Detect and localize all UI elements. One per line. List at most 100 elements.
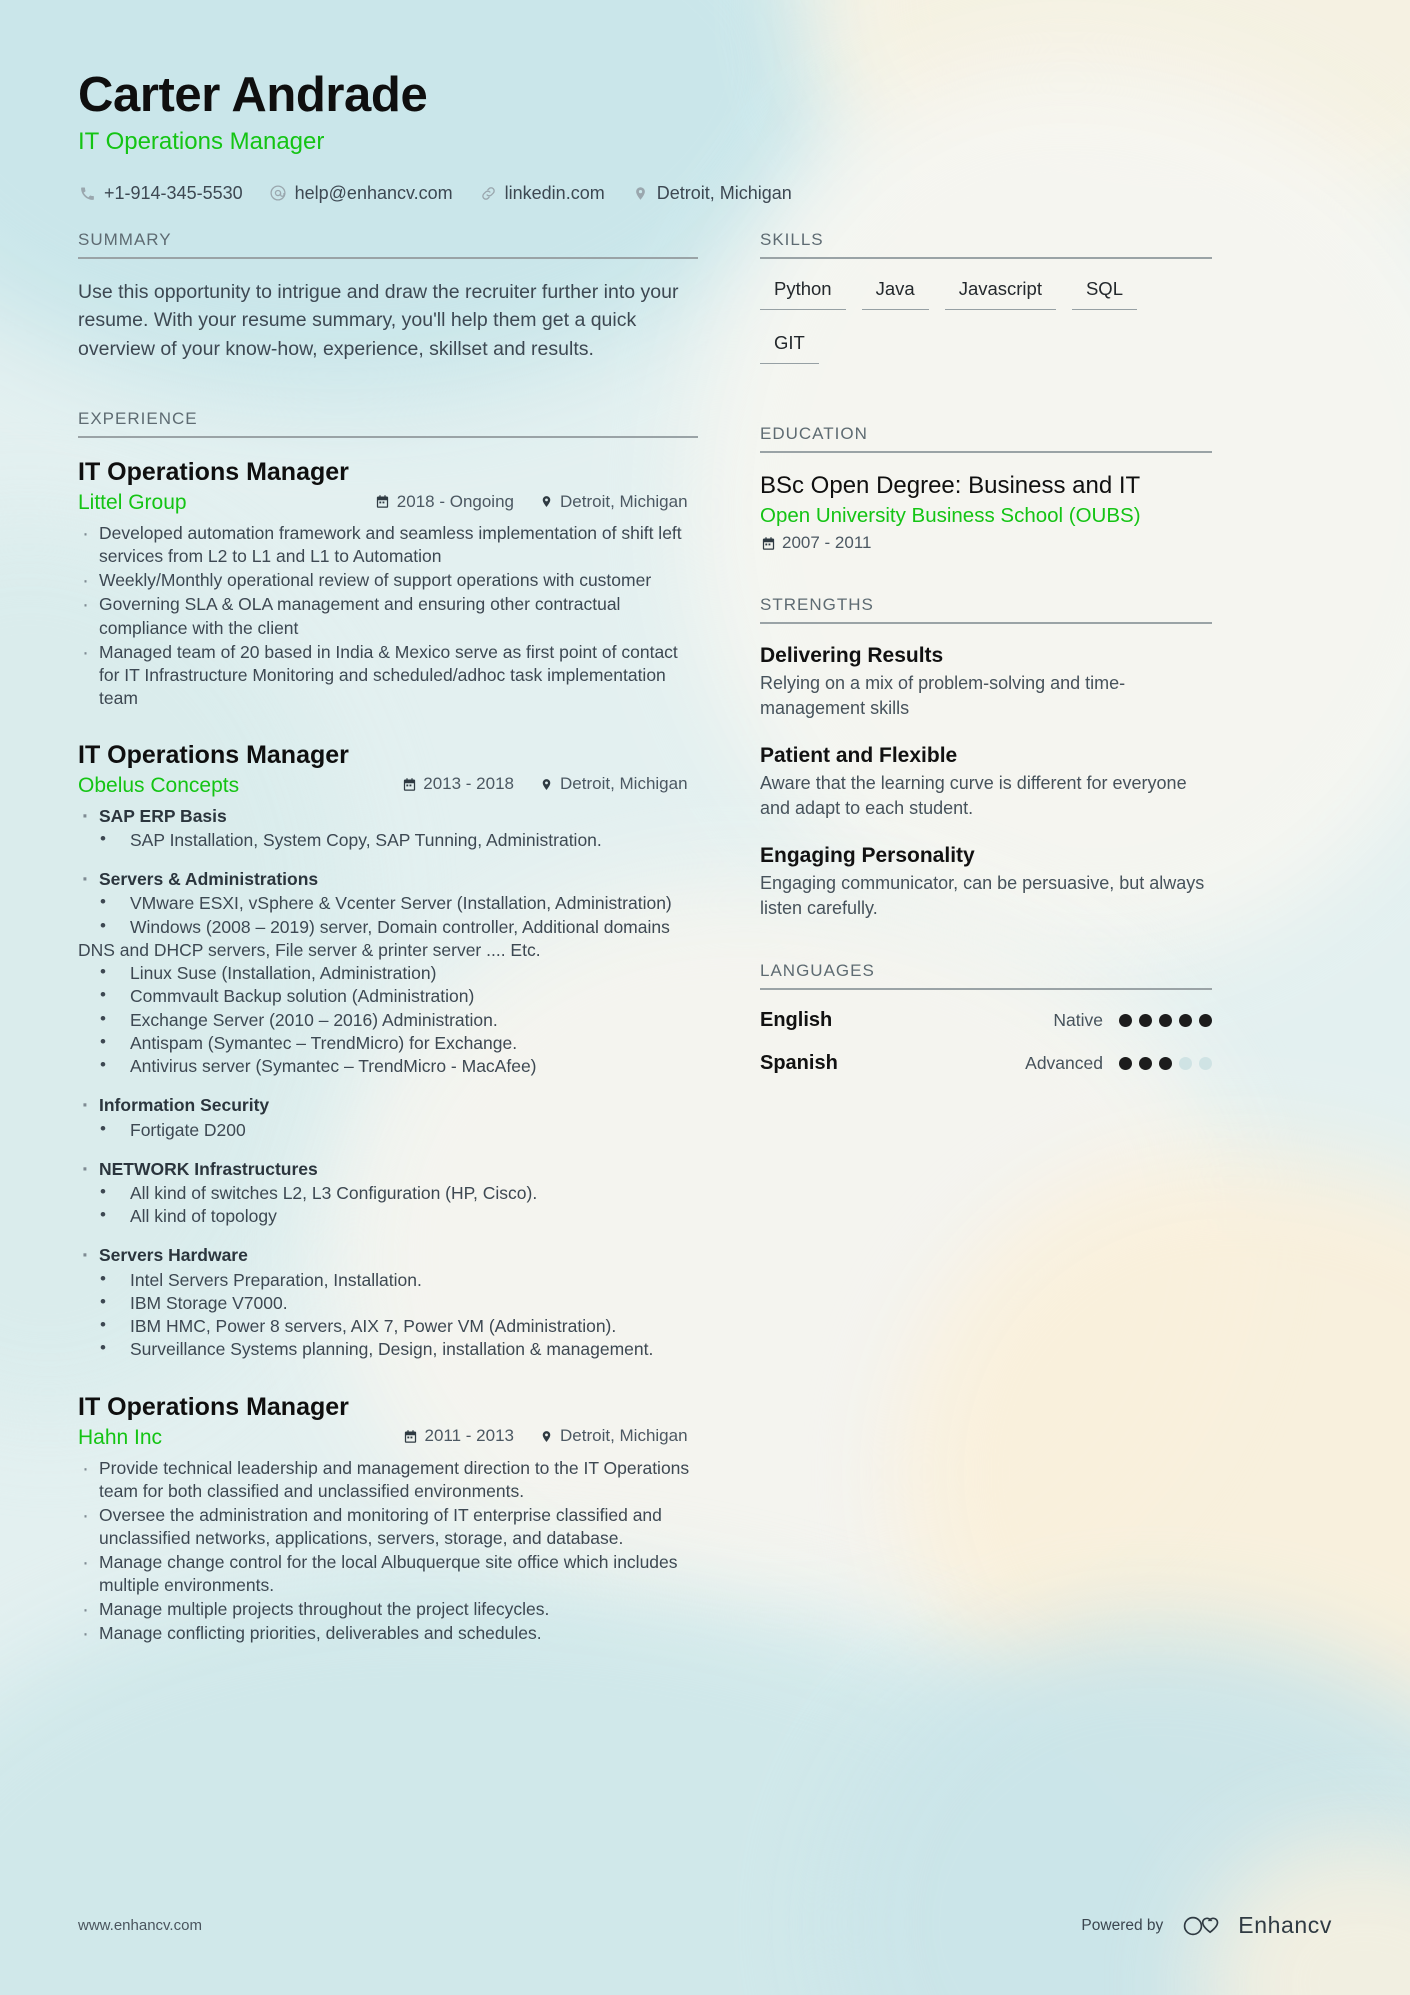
experience-dates-text: 2018 - Ongoing <box>396 491 514 511</box>
experience-meta: Hahn Inc 2011 - 2013 Detroit, Michigan <box>78 1426 698 1450</box>
languages-section-title: LANGUAGES <box>760 961 1212 990</box>
contact-email[interactable]: help@enhancv.com <box>269 183 453 204</box>
experience-sub-bullet: Antivirus server (Symantec – TrendMicro … <box>78 1054 698 1078</box>
skill-tag[interactable]: GIT <box>760 332 819 364</box>
experience-company: Hahn Inc <box>78 1425 163 1449</box>
experience-meta: Littel Group 2018 - Ongoing Detroit, Michi… <box>78 491 698 515</box>
experience-role: IT Operations Manager <box>78 740 349 769</box>
experience-sub-bullet: IBM Storage V7000. <box>78 1291 698 1315</box>
experience-group-heading: SAP ERP Basis <box>78 803 698 830</box>
experience-dates: 2011 - 2013 <box>403 1426 514 1446</box>
contact-phone-text: +1-914-345-5530 <box>104 182 243 203</box>
experience-bullet: Manage conflicting priorities, deliverab… <box>78 1620 698 1647</box>
experience-sub-bullet: Fortigate D200 <box>78 1118 698 1142</box>
experience-sub-bullet: Exchange Server (2010 – 2016) Administra… <box>78 1008 698 1032</box>
experience-item: IT Operations Manager Obelus Concepts 2013… <box>78 740 698 1362</box>
skill-tag[interactable]: SQL <box>1071 278 1137 310</box>
strengths-section-title: STRENGTHS <box>760 595 1212 625</box>
language-rating <box>1119 1056 1212 1070</box>
language-row: Spanish Advanced <box>760 1052 1212 1075</box>
experience-group-heading-list: Information Security <box>78 1092 698 1119</box>
experience-group-heading-list: Servers Hardware <box>78 1242 698 1269</box>
experience-dates: 2013 - 2018 <box>401 774 514 794</box>
phone-icon <box>78 184 97 203</box>
education-degree: BSc Open Degree: Business and IT <box>760 471 1141 499</box>
calendar-icon <box>403 1428 419 1444</box>
contact-phone[interactable]: +1-914-345-5530 <box>78 183 243 204</box>
experience-company: Littel Group <box>78 491 187 515</box>
candidate-name: Carter Andrade <box>78 68 428 122</box>
experience-bullets: Developed automation framework and seaml… <box>78 520 698 710</box>
experience-sub-bullet: Antispam (Symantec – TrendMicro) for Exc… <box>78 1031 698 1055</box>
experience-group-heading-list: Servers & Administrations <box>78 866 698 893</box>
experience-group-heading: NETWORK Infrastructures <box>78 1156 698 1183</box>
skills-section-title: SKILLS <box>760 230 1212 259</box>
experience-item: IT Operations Manager Hahn Inc 2011 - 2013… <box>78 1392 698 1648</box>
strength-name: Delivering Results <box>760 644 944 668</box>
resume-header: Carter Andrade IT Operations Manager +1-… <box>78 68 1332 204</box>
strengths-list: Delivering Results Relying on a mix of pr… <box>760 643 1212 921</box>
skill-tag[interactable]: Java <box>861 278 929 310</box>
experience-group: Information SecurityFortigate D200 <box>78 1092 698 1142</box>
skill-tag[interactable]: Javascript <box>944 278 1056 310</box>
languages-section: LANGUAGES English Native Spanish Advanced <box>760 961 1212 1075</box>
experience-location-text: Detroit, Michigan <box>560 1426 688 1446</box>
strength-name: Engaging Personality <box>760 843 975 867</box>
languages-list: English Native Spanish Advanced <box>760 1009 1212 1075</box>
language-rating-dot <box>1119 1013 1132 1027</box>
education-dates-text: 2007 - 2011 <box>782 533 872 553</box>
calendar-icon <box>375 494 391 510</box>
education-item: BSc Open Degree: Business and IT Open Uni… <box>760 472 1212 553</box>
education-section-title: EDUCATION <box>760 424 1212 453</box>
language-rating-dot <box>1139 1056 1152 1070</box>
experience-group-heading-list: NETWORK Infrastructures <box>78 1156 698 1183</box>
language-rating-dot <box>1179 1013 1192 1027</box>
experience-group: NETWORK InfrastructuresAll kind of switc… <box>78 1156 698 1229</box>
calendar-icon <box>760 535 776 551</box>
contact-link[interactable]: linkedin.com <box>479 183 605 204</box>
strength-item: Patient and Flexible Aware that the learn… <box>760 743 1212 821</box>
experience-sub-bullets: VMware ESXI, vSphere & Vcenter Server (I… <box>78 891 698 1078</box>
powered-by-label: Powered by <box>1081 1916 1164 1934</box>
experience-bullet: Manage change control for the local Albu… <box>78 1549 698 1597</box>
experience-role: IT Operations Manager <box>78 1392 349 1421</box>
language-level: Advanced <box>1025 1052 1103 1073</box>
experience-sub-bullets: SAP Installation, System Copy, SAP Tunni… <box>78 828 698 852</box>
left-column: SUMMARY Use this opportunity to intrigue… <box>78 230 698 1654</box>
contact-link-text: linkedin.com <box>504 182 605 203</box>
footer-url[interactable]: www.enhancv.com <box>78 1917 202 1934</box>
experience-meta: Obelus Concepts 2013 - 2018 Detroit, Michi… <box>78 774 698 798</box>
contact-location-text: Detroit, Michigan <box>656 182 792 203</box>
link-icon <box>479 184 498 203</box>
experience-sub-bullet: IBM HMC, Power 8 servers, AIX 7, Power V… <box>78 1314 698 1338</box>
experience-sub-bullets: Intel Servers Preparation, Installation.… <box>78 1268 698 1362</box>
language-rating-dot <box>1159 1056 1172 1070</box>
calendar-icon <box>401 776 417 792</box>
experience-location: Detroit, Michigan <box>538 1426 698 1446</box>
email-icon <box>269 184 288 203</box>
language-level: Native <box>1053 1009 1103 1030</box>
language-rating-dot <box>1139 1013 1152 1027</box>
experience-bullet: Governing SLA & OLA management and ensur… <box>78 591 698 639</box>
experience-group-heading-list: SAP ERP Basis <box>78 803 698 830</box>
skills-section: SKILLS Python Java Javascript SQL GIT <box>760 230 1212 386</box>
location-pin-icon <box>631 184 650 203</box>
experience-location-text: Detroit, Michigan <box>560 774 688 794</box>
strength-description: Engaging communicator, can be persuasive… <box>760 873 1205 918</box>
experience-company: Obelus Concepts <box>78 773 240 797</box>
education-dates: 2007 - 2011 <box>760 533 1212 553</box>
page-footer: www.enhancv.com Powered by Enhancv <box>78 1912 1332 1939</box>
location-pin-icon <box>538 494 554 510</box>
language-rating-dot <box>1199 1056 1212 1070</box>
language-rating-dot <box>1159 1013 1172 1027</box>
language-rating-dot <box>1179 1056 1192 1070</box>
footer-branding: Powered by Enhancv <box>1081 1912 1332 1939</box>
experience-dates: 2018 - Ongoing <box>375 492 514 512</box>
strength-description: Relying on a mix of problem-solving and … <box>760 673 1126 719</box>
language-row: English Native <box>760 1009 1212 1032</box>
experience-dates-text: 2011 - 2013 <box>424 1426 514 1446</box>
experience-group: SAP ERP BasisSAP Installation, System Co… <box>78 803 698 852</box>
skill-tag[interactable]: Python <box>760 278 846 310</box>
strength-name: Patient and Flexible <box>760 743 958 767</box>
experience-group-heading: Servers Hardware <box>78 1242 698 1269</box>
